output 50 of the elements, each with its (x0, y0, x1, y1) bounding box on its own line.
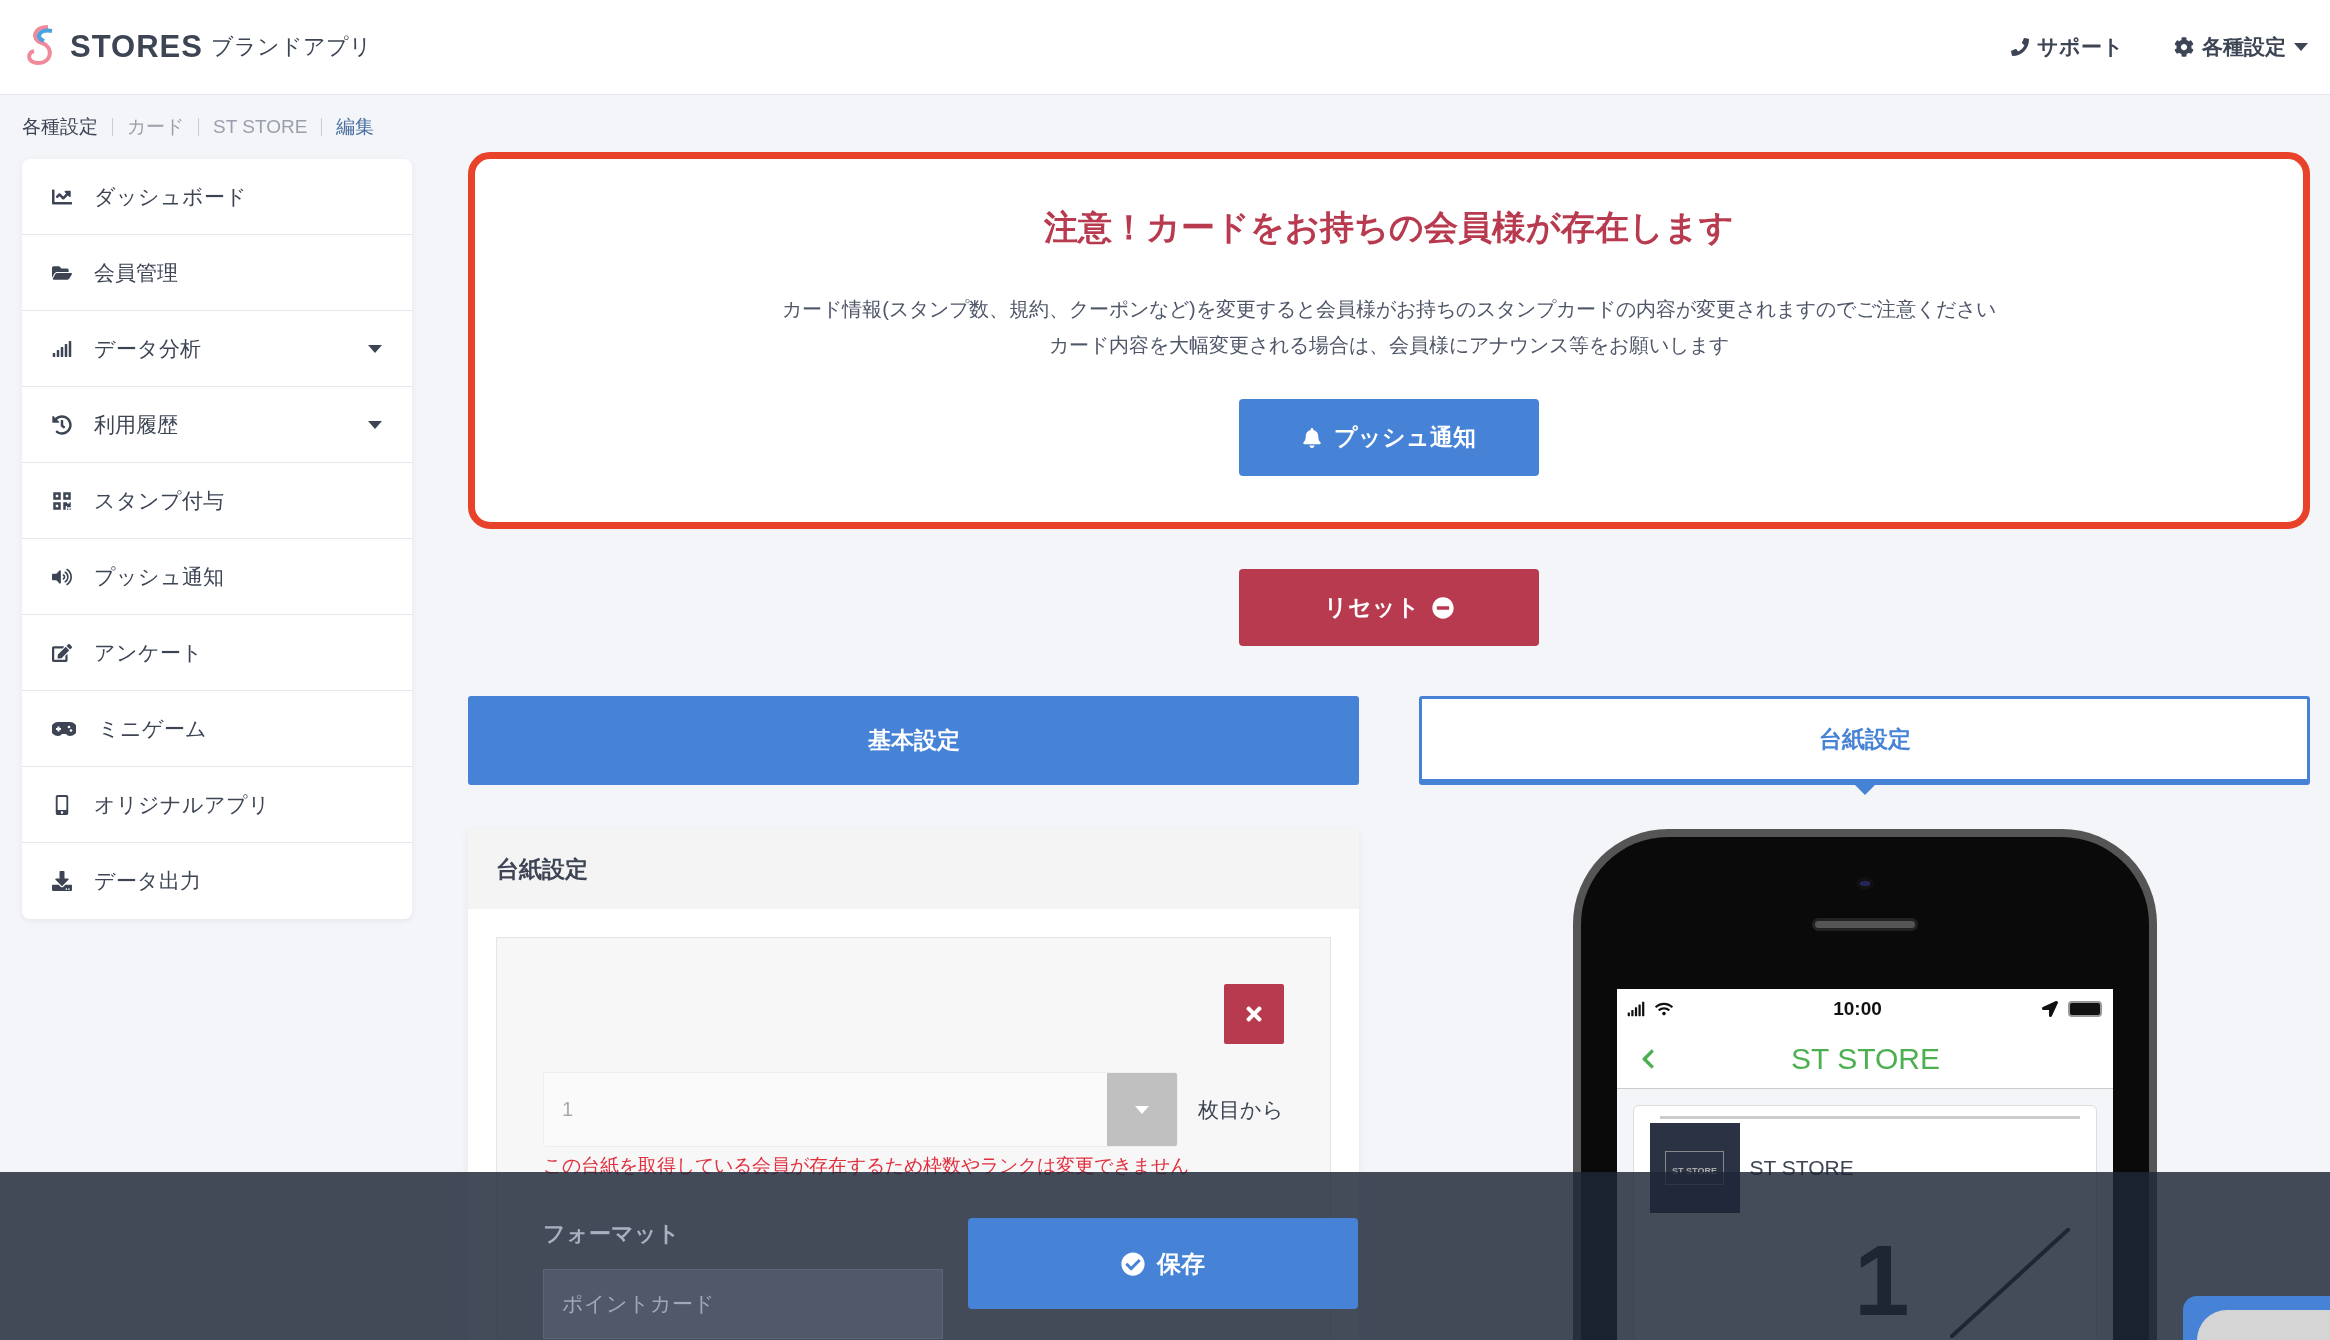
brand-subtitle: ブランドアプリ (210, 33, 372, 61)
close-icon (1243, 1003, 1265, 1025)
card-title: 台紙設定 (468, 829, 1359, 909)
location-icon (2042, 1001, 2059, 1017)
camera-icon (1855, 877, 1874, 890)
signal-icon (1626, 1000, 1645, 1018)
push-notification-button[interactable]: プッシュ通知 (1239, 399, 1539, 476)
sidebar-item[interactable]: データ出力 (22, 843, 412, 919)
format-label: フォーマット (543, 1220, 680, 1248)
sidebar-item[interactable]: ミニゲーム (22, 691, 412, 767)
settings-icon (2174, 37, 2194, 57)
breadcrumb-link[interactable]: 編集 (336, 114, 375, 140)
app-title: ST STORE (1790, 1041, 1941, 1076)
speaker-icon (52, 566, 72, 587)
brand-name: STORES (70, 29, 203, 65)
sidebar-item[interactable]: アンケート (22, 615, 412, 691)
warning-title: 注意！カードをお持ちの会員様が存在します (1044, 207, 1734, 248)
bell-icon (1302, 427, 1322, 448)
battery-icon (2068, 1001, 2103, 1017)
sidebar-item[interactable]: 会員管理 (22, 235, 412, 311)
sidebar-item[interactable]: ダッシュボード (22, 159, 412, 235)
status-time: 10:00 (1833, 998, 1882, 1020)
select-suffix: 枚目から (1198, 1096, 1284, 1123)
signal-bars-icon (52, 338, 72, 359)
support-link[interactable]: サポート (2011, 33, 2124, 61)
sidebar-item[interactable]: オリジナルアプリ (22, 767, 412, 843)
edit-icon (52, 642, 72, 663)
caret-icon (1135, 1105, 1149, 1114)
chat-widget[interactable] (2183, 1296, 2330, 1340)
warning-text: カード内容を大幅変更される場合は、会員様にアナウンス等をお願いします (1049, 333, 1729, 358)
save-button[interactable]: 保存 (968, 1218, 1358, 1309)
warning-text: カード情報(スタンプ数、規約、クーポンなど)を変更すると会員様がお持ちのスタンプカードの内容が変更されますのでご注意ください (782, 297, 1996, 322)
caret-icon (2294, 43, 2308, 51)
download-icon (52, 871, 72, 891)
sidebar-item[interactable]: データ分析 (22, 311, 412, 387)
settings-menu[interactable]: 各種設定 (2174, 33, 2308, 61)
settings-tab[interactable]: 基本設定 (468, 696, 1359, 785)
breadcrumb-link[interactable]: 各種設定 (22, 114, 98, 140)
history-icon (52, 414, 72, 435)
error-message: この台紙を取得している会員が存在するため枠数やランクは変更できません (543, 1154, 1190, 1178)
sidebar-item[interactable]: スタンプ付与 (22, 463, 412, 539)
reset-button[interactable]: リセット (1239, 569, 1539, 646)
phone-icon (2011, 38, 2029, 56)
tab-pointer (1854, 785, 1875, 795)
sidebar-item[interactable]: 利用履歴 (22, 387, 412, 463)
gamepad-icon (52, 721, 76, 736)
qr-code-icon (52, 490, 72, 511)
delete-button[interactable] (1224, 984, 1284, 1044)
sidebar-item[interactable]: プッシュ通知 (22, 539, 412, 615)
wifi-icon (1654, 1000, 1673, 1018)
